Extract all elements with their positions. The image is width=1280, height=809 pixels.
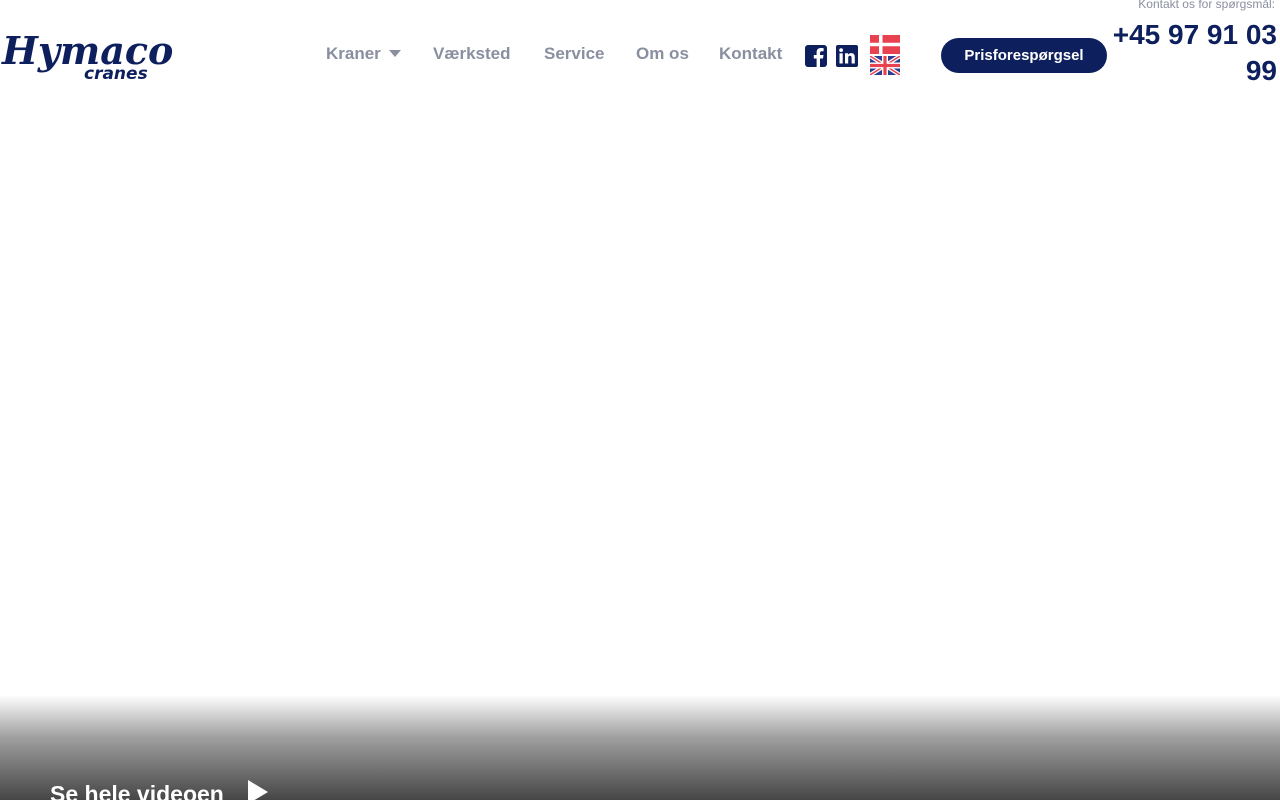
phone-number[interactable]: +45 97 91 03 99 xyxy=(1102,17,1277,89)
logo-subtext: cranes xyxy=(84,64,148,84)
site-header: Hymaco cranes Kraner Værksted Service Om… xyxy=(0,0,1280,100)
facebook-icon[interactable] xyxy=(805,45,827,67)
nav-item-service[interactable]: Service xyxy=(544,43,605,65)
contact-label: Kontakt os for spørgsmål: xyxy=(1138,0,1275,11)
watch-video-label: Se hele videoen xyxy=(50,781,224,807)
logo-mark: Hymaco cranes xyxy=(1,28,173,84)
nav-item-kontakt[interactable]: Kontakt xyxy=(719,43,782,65)
nav-item-vaerksted[interactable]: Værksted xyxy=(433,43,510,65)
caret-down-icon xyxy=(388,42,401,64)
nav-item-label: Kraner xyxy=(326,44,381,63)
nav-item-om-os[interactable]: Om os xyxy=(636,43,689,65)
uk-flag-icon[interactable] xyxy=(868,54,902,77)
price-request-button[interactable]: Prisforespørgsel xyxy=(941,38,1107,73)
danish-flag-icon[interactable] xyxy=(870,35,900,54)
linkedin-icon[interactable] xyxy=(836,45,858,67)
nav-item-kraner[interactable]: Kraner xyxy=(326,43,401,66)
watch-video-link[interactable]: Se hele videoen xyxy=(50,780,268,809)
play-icon xyxy=(247,780,268,809)
hymaco-logo[interactable]: Hymaco cranes xyxy=(0,26,180,86)
